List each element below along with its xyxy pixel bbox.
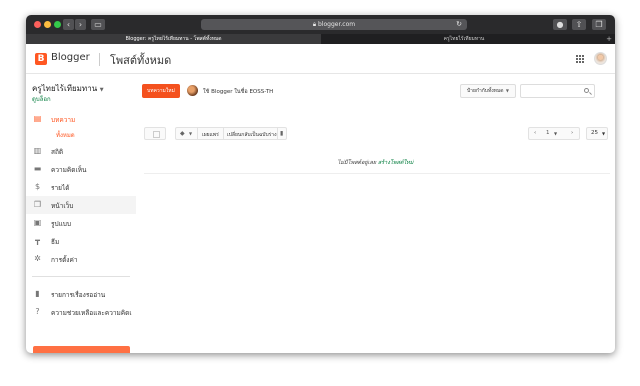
sidebar-item-reading-list[interactable]: ▮ รายการเรื่องรออ่าน	[26, 285, 136, 303]
search-icon[interactable]	[584, 88, 589, 93]
sidebar-item-label: บทความ	[51, 116, 76, 124]
caret-down-icon: ▼	[99, 87, 104, 93]
reload-icon[interactable]: ↻	[456, 19, 462, 30]
create-post-link[interactable]: สร้างโพสต์ใหม่	[378, 160, 414, 166]
caret-down-icon: ▼	[554, 131, 558, 136]
per-page-value: 25	[591, 130, 598, 136]
toolbar-divider	[277, 128, 278, 139]
blogger-logo-icon[interactable]: B	[35, 53, 47, 65]
bulk-actions-toolbar: ◆ ▼ เผยแพร่ เปลี่ยนกลับเป็นฉบับร่าง ▮	[175, 127, 287, 140]
close-window-button[interactable]	[34, 21, 41, 28]
label-filter-dropdown[interactable]: ป้ายกำกับทั้งหมด ▼	[460, 84, 516, 98]
app-header: B Blogger โพสต์ทั้งหมด	[26, 44, 615, 74]
empty-posts-message: ไม่มีโพสต์อยู่เลย สร้างโพสต์ใหม่	[136, 159, 615, 167]
sidebar-footer-button[interactable]	[33, 346, 130, 353]
minimize-window-button[interactable]	[44, 21, 51, 28]
sidebar-item-label: ธีม	[51, 238, 60, 246]
browser-window: ‹ › ▭ 🔒︎ blogger.com ↻ ● ⇧ ❐ Blogger: คร…	[26, 15, 615, 353]
per-page-select[interactable]: 25 ▼	[586, 127, 608, 140]
caret-down-icon: ▼	[505, 88, 509, 93]
account-avatar[interactable]	[594, 52, 607, 65]
page-title: โพสต์ทั้งหมด	[110, 54, 172, 67]
toolbar-divider	[197, 128, 198, 139]
sidebar-item-label: สถิติ	[51, 148, 64, 156]
sidebar-item-earnings[interactable]: $ รายได้	[26, 178, 136, 196]
share-icon[interactable]: ⇧	[572, 19, 586, 30]
label-filter-text: ป้ายกำกับทั้งหมด	[467, 88, 504, 94]
user-avatar	[187, 85, 198, 96]
view-blog-link[interactable]: ดูบล็อก	[32, 94, 51, 104]
publish-button[interactable]: เผยแพร่	[202, 131, 219, 139]
address-text: blogger.com	[318, 21, 356, 28]
sidebar-item-settings[interactable]: ✲ การตั้งค่า	[26, 250, 136, 268]
caret-down-icon: ▼	[602, 131, 606, 136]
sidebar-item-label: รูปแบบ	[51, 220, 72, 228]
tab-bar: Blogger: ครูไทยไร้เทียมทาน - โพสต์ทั้งหม…	[26, 34, 615, 44]
new-tab-icon[interactable]: +	[606, 34, 612, 44]
sidebar-toggle-icon[interactable]: ▭	[91, 19, 105, 30]
browser-titlebar: ‹ › ▭ 🔒︎ blogger.com ↻ ● ⇧ ❐	[26, 15, 615, 34]
posts-icon: ▤	[33, 114, 42, 123]
maximize-window-button[interactable]	[54, 21, 61, 28]
download-icon[interactable]: ●	[553, 19, 567, 30]
layout-icon: ▣	[33, 218, 42, 227]
sidebar-item-label: หน้าเว็บ	[51, 202, 74, 210]
settings-icon: ✲	[34, 254, 41, 263]
next-page-icon[interactable]: ›	[571, 130, 573, 136]
brand-name[interactable]: Blogger	[51, 52, 90, 63]
lock-icon: 🔒︎	[312, 21, 317, 28]
tab-blog[interactable]: ครูไทยไร้เทียมทาน	[321, 34, 607, 44]
sidebar-item-label: การตั้งค่า	[51, 256, 78, 264]
address-bar[interactable]: 🔒︎ blogger.com ↻	[201, 19, 467, 30]
label-tag-icon[interactable]: ◆	[180, 130, 185, 137]
prev-page-icon[interactable]: ‹	[534, 130, 536, 136]
trash-icon[interactable]: ▮	[280, 130, 283, 137]
sidebar-item-stats[interactable]: ▥ สถิติ	[26, 142, 136, 160]
toolbar-divider	[223, 128, 224, 139]
sidebar-item-layout[interactable]: ▣ รูปแบบ	[26, 214, 136, 232]
sidebar-subitem-all[interactable]: ทั้งหมด	[56, 130, 75, 140]
pages-icon: ❐	[33, 200, 42, 209]
sidebar-item-label: ความคิดเห็น	[51, 166, 87, 174]
sidebar-item-pages[interactable]: ❐ หน้าเว็บ	[26, 196, 136, 214]
caret-down-icon: ▼	[189, 131, 193, 136]
reading-list-icon: ▮	[35, 289, 40, 298]
search-input[interactable]	[520, 84, 595, 98]
header-divider	[99, 53, 100, 66]
sidebar-item-posts[interactable]: ▤ บทความ	[26, 110, 136, 128]
earnings-icon: $	[34, 182, 41, 191]
sidebar-item-label: ความช่วยเหลือและความคิดเ	[51, 309, 132, 317]
comments-icon: ▬	[33, 164, 42, 173]
tabs-overview-icon[interactable]: ❐	[592, 19, 606, 30]
sidebar-divider	[32, 276, 130, 277]
help-icon: ?	[35, 307, 40, 316]
sidebar-item-label: รายได้	[51, 184, 70, 192]
empty-text: ไม่มีโพสต์อยู่เลย	[337, 160, 377, 166]
sidebar-item-comments[interactable]: ▬ ความคิดเห็น	[26, 160, 136, 178]
apps-grid-icon[interactable]	[576, 55, 584, 63]
revert-to-draft-button[interactable]: เปลี่ยนกลับเป็นฉบับร่าง	[227, 131, 277, 139]
blog-name: ครูไทยไร้เทียมทาน	[32, 84, 98, 93]
pagination: ‹ 1 ▼ ›	[528, 127, 580, 140]
sidebar-item-label: รายการเรื่องรออ่าน	[51, 291, 106, 299]
page-number[interactable]: 1	[546, 130, 550, 136]
sidebar-item-help[interactable]: ? ความช่วยเหลือและความคิดเ	[26, 303, 136, 321]
new-post-button[interactable]: บทความใหม่	[142, 84, 180, 98]
forward-icon[interactable]: ›	[75, 19, 86, 30]
tab-blogger-posts[interactable]: Blogger: ครูไทยไร้เทียมทาน - โพสต์ทั้งหม…	[26, 34, 321, 44]
sidebar-item-theme[interactable]: ┳ ธีม	[26, 232, 136, 250]
list-divider	[144, 173, 610, 174]
stats-icon: ▥	[33, 146, 42, 155]
sidebar: ครูไทยไร้เทียมทาน ▼ ดูบล็อก ▤ บทความ ทั้…	[26, 75, 136, 353]
back-icon[interactable]: ‹	[63, 19, 74, 30]
theme-icon: ┳	[35, 236, 40, 245]
select-all-checkbox[interactable]	[144, 127, 166, 140]
using-as-text: ใช้ Blogger ในชื่อ EOSS-TH	[203, 89, 274, 95]
main-content: บทความใหม่ ใช้ Blogger ในชื่อ EOSS-TH ป้…	[136, 75, 615, 353]
